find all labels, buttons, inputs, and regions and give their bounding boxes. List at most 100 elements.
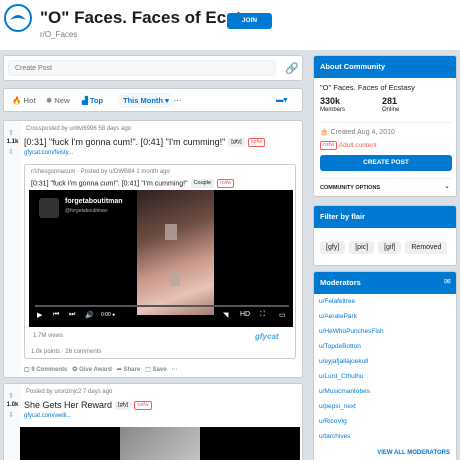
video-controls: ▶ ⏮ ⏭ 🔊 0:00 ● ◥ HD ⛶ ▭ [35,311,287,323]
fullscreen-icon[interactable]: ⛶ [260,311,265,319]
members-count: 330k [320,96,341,106]
moderator-link[interactable]: u/AeratePark [314,309,456,324]
video-player[interactable]: forgetaboutitman @forgetaboutitman ▶ ⏮ ⏭… [29,190,293,327]
chevron-down-icon[interactable]: ⌄ [444,182,450,190]
adult-content-row: nsfw Adult content [320,141,377,150]
post-actions: ▢ 9 Comments ✪ Give Award ➦ Share ⬚ Save… [24,366,178,373]
censor-box [165,224,177,240]
sort-more-button[interactable]: ··· [174,96,182,105]
nsfw-badge: nsfw [320,141,338,150]
sort-bar: 🔥 Hot ✸ New ▟ Top This Month ▾ ··· ▬▾ [3,88,303,112]
post-domain-link[interactable]: gfycat.com/feisty... [24,150,73,156]
moderator-link[interactable]: u/eyjafjallajoekull [314,354,456,369]
post-title[interactable]: She Gets Her Reward [gfy] nsfw [24,400,152,411]
subreddit-logo-icon [4,4,32,32]
flair-chip[interactable]: Removed [405,241,448,254]
post-title[interactable]: [0:31] "fuck I'm gonna cum!". [0:41] "I'… [24,137,266,148]
sort-hot[interactable]: 🔥 Hot [12,96,36,105]
sort-new[interactable]: ✸ New [46,96,70,105]
play-icon[interactable]: ▶ [37,311,42,319]
upvote-icon[interactable]: ⇧ [8,392,14,400]
moderator-list: u/Felafeltree u/AeratePark u/HeWhoPunche… [314,294,456,444]
award-icon: ✪ [72,367,78,373]
channel-handle: @forgetaboutitman [65,208,108,214]
rewind-icon[interactable]: ⏮ [53,311,59,319]
post-domain-link[interactable]: gfycat.com/welli... [24,413,71,419]
channel-avatar [39,198,59,218]
volume-icon[interactable]: 🔊 [85,311,94,319]
mail-icon[interactable]: ✉ [444,277,451,286]
hd-icon[interactable]: HD [240,311,250,318]
cast-icon[interactable]: ▭ [279,311,286,319]
flair-chip[interactable]: [pic] [349,241,375,254]
comment-icon: ▢ [24,367,30,373]
more-options-button[interactable]: ··· [172,367,178,373]
video-frame [137,190,214,315]
moderator-link[interactable]: u/tarchives [314,429,456,444]
channel-name[interactable]: forgetaboutitman [65,198,123,205]
comments-button[interactable]: ▢ 9 Comments [24,367,67,373]
sparkle-icon: ✸ [46,96,53,105]
moderator-link[interactable]: u/HeWhoPunchesFish [314,324,456,339]
upvote-icon[interactable]: ⇧ [8,129,14,137]
community-options-toggle[interactable]: COMMUNITY OPTIONS [320,185,380,191]
post-meta: Posted by u/onzinjc2 7 days ago [26,389,113,395]
vote-column: ⇧ 1.0k ⇩ [4,384,21,460]
share-video-icon[interactable]: ◥ [223,311,228,319]
moderator-link[interactable]: u/pepsi_next [314,399,456,414]
share-button[interactable]: ➦ Share [117,367,140,373]
filter-by-flair-heading: Filter by flair [314,206,456,228]
time-period-dropdown[interactable]: This Month ▾ [117,93,175,108]
vote-count: 1.1k [6,139,19,145]
crosspost-title[interactable]: [0:31] "fuck I'm gonna cum!". [0:41] "I'… [31,179,235,188]
link-icon[interactable]: 🔗 [285,62,299,75]
moderator-link[interactable]: u/Musicmantobes [314,384,456,399]
online-count: 281 [382,96,398,106]
subreddit-header: "O" Faces. Faces of Ecstasy. r/O_Faces J… [0,0,460,50]
divider [320,178,452,179]
crosspost-meta: r/shesgonnacum · Posted by u/DWB84 1 mon… [31,169,170,175]
vote-count: 1.0k [6,402,19,408]
post-card[interactable]: ⇧ 1.0k ⇩ Posted by u/onzinjc2 7 days ago… [3,383,303,460]
view-layout-icon[interactable]: ▬▾ [276,95,287,104]
downvote-icon[interactable]: ⇩ [8,411,14,419]
create-post-button[interactable]: CREATE POST [320,155,452,171]
create-post-input[interactable] [8,60,276,76]
moderator-link[interactable]: u/Felafeltree [314,294,456,309]
sort-top[interactable]: ▟ Top [82,96,103,105]
view-all-moderators-link[interactable]: VIEW ALL MODERATORS [377,450,450,456]
skip-icon[interactable]: ⏭ [69,311,75,319]
crosspost-box[interactable]: r/shesgonnacum · Posted by u/DWB84 1 mon… [24,164,296,359]
video-player[interactable] [20,427,300,460]
about-community-card: About Community "O" Faces. Faces of Ecst… [313,55,457,197]
created-date: 🎂 Created Aug 4, 2010 [320,129,395,136]
moderator-link[interactable]: u/TopdeBotton [314,339,456,354]
post-card[interactable]: ⇧ 1.1k ⇩ Crossposted by u/divi6996 58 da… [3,120,303,378]
flair-chip[interactable]: [gfy] [320,241,346,254]
crosspost-flair[interactable]: Couple [190,179,215,188]
nsfw-badge: nsfw [247,138,266,148]
post-flair[interactable]: [gfy] [115,401,132,411]
flair-chip-list: [gfy] [pic] [gif] Removed [320,236,451,254]
crosspost-nsfw-badge: nsfw [217,179,235,188]
save-button[interactable]: ⬚ Save [145,367,166,373]
give-award-button[interactable]: ✪ Give Award [72,367,111,373]
share-icon: ➦ [116,367,122,373]
moderator-link[interactable]: u/Lord_Cthulhu [314,369,456,384]
moderator-link[interactable]: u/RicoVig [314,414,456,429]
vote-column: ⇧ 1.1k ⇩ [4,121,21,377]
bookmark-icon: ⬚ [145,367,151,373]
censor-box [170,270,180,286]
video-progress-bar[interactable] [35,305,289,307]
flame-icon: 🔥 [12,96,22,105]
downvote-icon[interactable]: ⇩ [8,148,14,156]
join-button[interactable]: JOIN [227,13,272,29]
filter-by-flair-card: Filter by flair [gfy] [pic] [gif] Removed [313,205,457,266]
subreddit-name[interactable]: r/O_Faces [40,30,77,39]
flair-chip[interactable]: [gif] [378,241,402,254]
nsfw-badge: nsfw [134,401,152,411]
crosspost-stats[interactable]: 1.0k points · 26 comments [31,349,101,355]
about-community-heading: About Community [314,56,456,78]
divider [320,122,452,123]
post-flair[interactable]: [gfy] [228,138,245,148]
